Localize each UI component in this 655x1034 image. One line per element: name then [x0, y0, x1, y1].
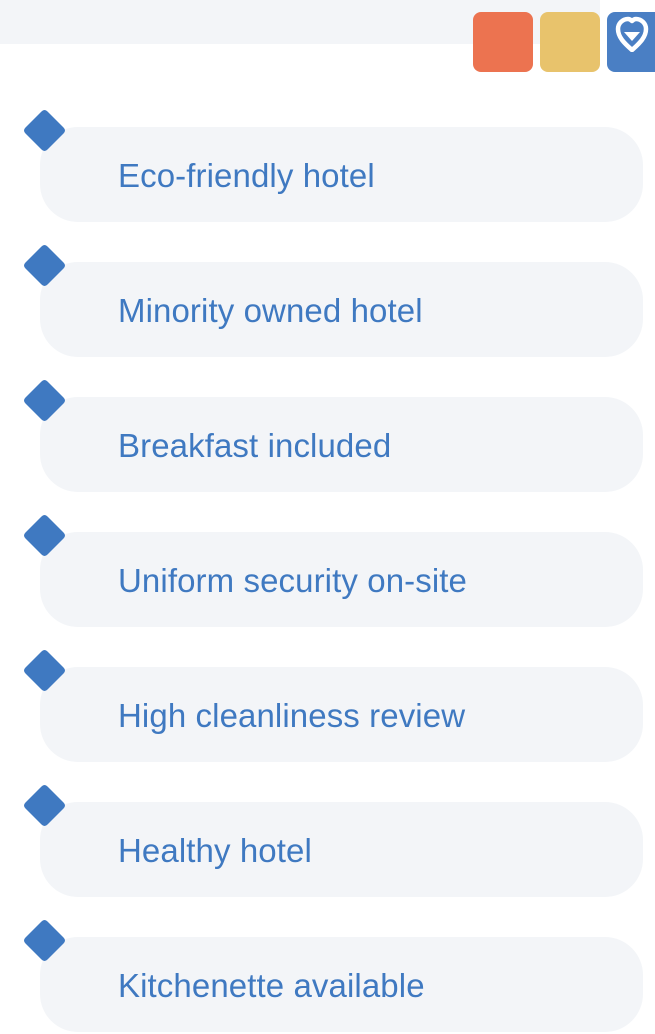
list-item-label: High cleanliness review [118, 697, 466, 734]
diamond-bullet-icon [22, 378, 67, 423]
diamond-bullet-icon [22, 108, 67, 153]
list-item-label: Minority owned hotel [118, 292, 423, 329]
diamond-bullet-icon [22, 648, 67, 693]
heart-shield-icon [615, 16, 649, 52]
list-item-label: Healthy hotel [118, 832, 312, 869]
diamond-bullet-icon [22, 783, 67, 828]
diamond-bullet-icon [22, 513, 67, 558]
list-item-label: Eco-friendly hotel [118, 157, 375, 194]
diamond-bullet-icon [22, 918, 67, 963]
list-item-label: Breakfast included [118, 427, 392, 464]
list-item[interactable]: Eco-friendly hotel [40, 127, 643, 222]
list-item-label: Uniform security on-site [118, 562, 467, 599]
list-item[interactable]: Kitchenette available [40, 937, 643, 1032]
orange-swatch[interactable] [473, 12, 533, 72]
list-item[interactable]: High cleanliness review [40, 667, 643, 762]
diamond-bullet-icon [22, 243, 67, 288]
yellow-swatch[interactable] [540, 12, 600, 72]
blue-swatch[interactable] [607, 12, 655, 72]
list-item-label: Kitchenette available [118, 967, 425, 1004]
list-item[interactable]: Breakfast included [40, 397, 643, 492]
list-item[interactable]: Uniform security on-site [40, 532, 643, 627]
list-item[interactable]: Minority owned hotel [40, 262, 643, 357]
list-item[interactable]: Healthy hotel [40, 802, 643, 897]
